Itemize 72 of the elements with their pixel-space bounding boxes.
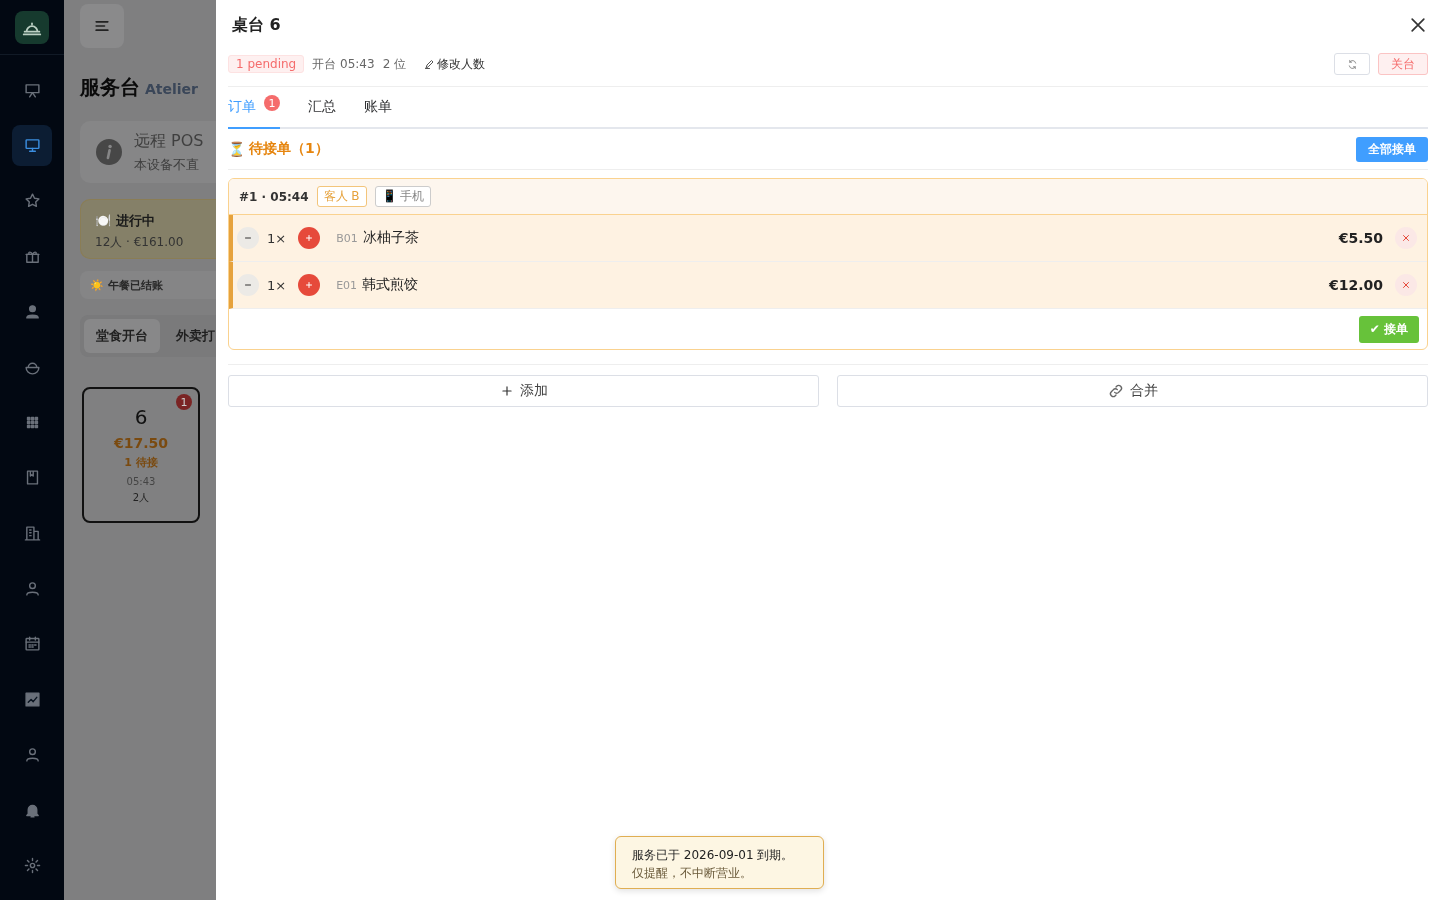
close-icon: [1400, 232, 1412, 244]
item-name: 韩式煎饺: [362, 276, 419, 294]
guest-tag: 客人 B: [316, 186, 367, 207]
remove-button[interactable]: [1395, 227, 1417, 249]
person-icon: [23, 580, 41, 598]
status-label: 🍽 进行中: [95, 212, 156, 230]
close-button[interactable]: [1408, 15, 1428, 35]
user-icon: [23, 303, 41, 321]
pending-count: 1 待接: [124, 455, 158, 470]
decrease-button[interactable]: [237, 227, 259, 249]
menu-button[interactable]: [80, 4, 124, 48]
tab[interactable]: 订单 1: [228, 87, 280, 129]
calendar-icon: [23, 635, 41, 653]
toast-text: 服务已于 2026-09-01 到期。: [632, 847, 795, 864]
guest-count: 2人: [132, 491, 150, 505]
status-detail: 12人 · €161.00: [95, 234, 185, 251]
section-title: 待接单（1）: [249, 140, 329, 158]
plus-icon: [499, 384, 514, 398]
refresh-icon: [1346, 58, 1358, 70]
open-time: 05:43: [126, 476, 156, 487]
page-title: 服务台: [80, 74, 140, 101]
drawer-title: 桌台 6: [232, 14, 281, 36]
toast-text: 仅提醒，不中断营业。: [632, 865, 753, 882]
settings-icon: [23, 856, 41, 874]
close-table-button[interactable]: 关台: [1378, 53, 1428, 75]
increase-button[interactable]: [298, 274, 321, 296]
notice-text: 本设备不直: [134, 155, 200, 174]
tab[interactable]: 账单: [364, 87, 392, 129]
link-icon: [1107, 383, 1124, 399]
notice-title: 远程 POS: [134, 130, 204, 152]
sidebar-item[interactable]: [12, 124, 52, 167]
meal-status: ☀ 午餐已结账: [80, 271, 216, 299]
table-amount: €17.50: [114, 435, 168, 451]
person-icon: [23, 746, 41, 764]
item-code: B01: [336, 231, 358, 245]
item-quantity: 1×: [267, 277, 287, 293]
decrease-button[interactable]: [237, 274, 259, 296]
table-card[interactable]: 1 6 €17.50 1 待接 05:43 2人: [82, 387, 200, 523]
source-tag: 📱 手机: [374, 186, 432, 207]
hourglass-icon: ⏳: [228, 141, 245, 157]
increase-button[interactable]: [298, 227, 321, 249]
close-icon: [1400, 279, 1412, 291]
edit-guests-link[interactable]: 修改人数: [424, 55, 486, 73]
status-card[interactable]: 🍽 进行中 12人 · €161.00: [80, 199, 216, 259]
remove-button[interactable]: [1395, 274, 1417, 296]
table-number: 6: [134, 405, 148, 429]
item-code: E01: [336, 278, 358, 292]
monitor-icon: [23, 137, 41, 155]
building-icon: [23, 524, 41, 542]
item-name: 冰柚子茶: [362, 229, 419, 247]
merge-button[interactable]: 合并: [837, 375, 1428, 407]
seat-count: 2 位: [382, 55, 407, 73]
tab[interactable]: 汇总: [308, 87, 336, 129]
mode-tab[interactable]: 堂食开台: [84, 319, 160, 353]
count-badge: 1: [176, 394, 192, 410]
refresh-button[interactable]: [1334, 53, 1370, 75]
mode-tab[interactable]: 外卖打: [164, 319, 216, 353]
accept-all-button[interactable]: 全部接单: [1356, 136, 1428, 162]
open-time: 开台 05:43: [312, 55, 375, 73]
info-icon: [96, 139, 122, 165]
order-header: #1 · 05:44: [239, 189, 309, 204]
star-icon: [23, 192, 41, 210]
status-badge: 1 pending: [228, 55, 305, 73]
bell-logo-icon[interactable]: [15, 11, 49, 45]
item-price: €5.50: [1338, 230, 1383, 246]
item-quantity: 1×: [267, 230, 287, 246]
store-name: Atelier: [145, 81, 199, 97]
chart-icon: [23, 690, 41, 708]
item-price: €12.00: [1328, 277, 1383, 293]
close-icon: [1408, 15, 1428, 35]
easel-icon: [23, 81, 41, 99]
add-button[interactable]: 添加: [228, 375, 819, 407]
